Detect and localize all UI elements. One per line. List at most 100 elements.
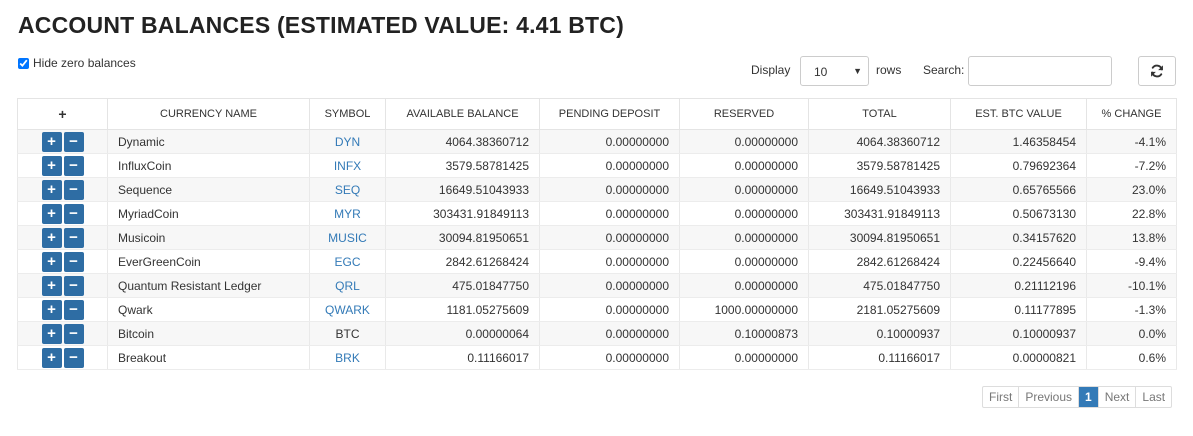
- total-cell: 475.01847750: [808, 273, 951, 298]
- total-cell: 303431.91849113: [808, 201, 951, 226]
- currency-name-cell: Bitcoin: [107, 321, 310, 346]
- column-header-percent-change[interactable]: % CHANGE: [1086, 98, 1177, 130]
- total-cell: 4064.38360712: [808, 129, 951, 154]
- symbol-link[interactable]: QWARK: [309, 297, 386, 322]
- reserved-cell: 0.00000000: [679, 153, 809, 178]
- est-btc-value-cell: 0.50673130: [950, 201, 1087, 226]
- currency-name-cell: Dynamic: [107, 129, 310, 154]
- pending-deposit-cell: 0.00000000: [539, 273, 680, 298]
- pagination-page-1[interactable]: 1: [1079, 387, 1099, 407]
- est-btc-value-cell: 0.11177895: [950, 297, 1087, 322]
- withdraw-minus-button[interactable]: −: [63, 179, 84, 200]
- pending-deposit-cell: 0.00000000: [539, 201, 680, 226]
- row-actions: + −: [17, 153, 108, 178]
- pagination-previous[interactable]: Previous: [1019, 387, 1080, 407]
- pending-deposit-cell: 0.00000000: [539, 345, 680, 370]
- withdraw-minus-button[interactable]: −: [63, 251, 84, 272]
- rows-label: rows: [876, 63, 902, 77]
- withdraw-minus-button[interactable]: −: [63, 203, 84, 224]
- pagination-next[interactable]: Next: [1099, 387, 1137, 407]
- symbol-link[interactable]: BRK: [309, 345, 386, 370]
- column-header-currency-name[interactable]: CURRENCY NAME: [107, 98, 310, 130]
- deposit-plus-button[interactable]: +: [41, 299, 62, 320]
- deposit-plus-button[interactable]: +: [41, 251, 62, 272]
- available-balance-cell: 2842.61268424: [385, 249, 540, 274]
- row-actions: + −: [17, 249, 108, 274]
- available-balance-cell: 1181.05275609: [385, 297, 540, 322]
- reserved-cell: 0.00000000: [679, 129, 809, 154]
- rows-per-page-select[interactable]: 10 ▼: [800, 56, 869, 86]
- pagination: First Previous 1 Next Last: [982, 386, 1173, 408]
- row-actions: + −: [17, 225, 108, 250]
- refresh-button[interactable]: [1138, 56, 1176, 86]
- deposit-plus-button[interactable]: +: [41, 323, 62, 344]
- currency-name-cell: Breakout: [107, 345, 310, 370]
- est-btc-value-cell: 1.46358454: [950, 129, 1087, 154]
- withdraw-minus-button[interactable]: −: [63, 155, 84, 176]
- currency-name-cell: Quantum Resistant Ledger: [107, 273, 310, 298]
- deposit-plus-button[interactable]: +: [41, 155, 62, 176]
- currency-name-cell: Qwark: [107, 297, 310, 322]
- caret-down-icon: ▼: [853, 66, 862, 76]
- symbol-link[interactable]: QRL: [309, 273, 386, 298]
- deposit-plus-button[interactable]: +: [41, 203, 62, 224]
- column-header-actions[interactable]: +: [17, 98, 108, 130]
- row-actions: + −: [17, 129, 108, 154]
- column-header-pending-deposit[interactable]: PENDING DEPOSIT: [539, 98, 680, 130]
- total-cell: 0.11166017: [808, 345, 951, 370]
- available-balance-cell: 16649.51043933: [385, 177, 540, 202]
- percent-change-cell: 0.0%: [1086, 321, 1177, 346]
- deposit-plus-button[interactable]: +: [41, 179, 62, 200]
- column-header-reserved[interactable]: RESERVED: [679, 98, 809, 130]
- total-cell: 16649.51043933: [808, 177, 951, 202]
- deposit-plus-button[interactable]: +: [41, 275, 62, 296]
- deposit-plus-button[interactable]: +: [41, 227, 62, 248]
- symbol-link[interactable]: MYR: [309, 201, 386, 226]
- symbol-link[interactable]: DYN: [309, 129, 386, 154]
- column-header-available-balance[interactable]: AVAILABLE BALANCE: [385, 98, 540, 130]
- table-header-row: + CURRENCY NAME SYMBOL AVAILABLE BALANCE…: [17, 98, 1177, 130]
- deposit-plus-button[interactable]: +: [41, 347, 62, 368]
- currency-name-cell: Sequence: [107, 177, 310, 202]
- reserved-cell: 0.00000000: [679, 345, 809, 370]
- column-header-est-btc-value[interactable]: EST. BTC VALUE: [950, 98, 1087, 130]
- withdraw-minus-button[interactable]: −: [63, 227, 84, 248]
- search-input[interactable]: [968, 56, 1112, 86]
- reserved-cell: 0.10000873: [679, 321, 809, 346]
- table-row: + − MyriadCoin MYR 303431.91849113 0.00000000…: [17, 201, 1177, 226]
- row-actions: + −: [17, 273, 108, 298]
- symbol-link[interactable]: SEQ: [309, 177, 386, 202]
- est-btc-value-cell: 0.79692364: [950, 153, 1087, 178]
- column-header-total[interactable]: TOTAL: [808, 98, 951, 130]
- symbol-link[interactable]: EGC: [309, 249, 386, 274]
- symbol-link[interactable]: MUSIC: [309, 225, 386, 250]
- symbol-link[interactable]: INFX: [309, 153, 386, 178]
- row-actions: + −: [17, 297, 108, 322]
- column-header-symbol[interactable]: SYMBOL: [309, 98, 386, 130]
- percent-change-cell: -1.3%: [1086, 297, 1177, 322]
- reserved-cell: 0.00000000: [679, 273, 809, 298]
- percent-change-cell: 23.0%: [1086, 177, 1177, 202]
- search-label: Search:: [923, 63, 965, 77]
- est-btc-value-cell: 0.34157620: [950, 225, 1087, 250]
- total-cell: 0.10000937: [808, 321, 951, 346]
- withdraw-minus-button[interactable]: −: [63, 275, 84, 296]
- deposit-plus-button[interactable]: +: [41, 131, 62, 152]
- reserved-cell: 0.00000000: [679, 201, 809, 226]
- total-cell: 3579.58781425: [808, 153, 951, 178]
- pending-deposit-cell: 0.00000000: [539, 153, 680, 178]
- display-label: Display: [751, 63, 791, 77]
- currency-name-cell: EverGreenCoin: [107, 249, 310, 274]
- withdraw-minus-button[interactable]: −: [63, 323, 84, 344]
- available-balance-cell: 0.11166017: [385, 345, 540, 370]
- percent-change-cell: 13.8%: [1086, 225, 1177, 250]
- table-controls: Display 10 ▼ rows Search:: [0, 56, 1193, 86]
- available-balance-cell: 4064.38360712: [385, 129, 540, 154]
- pagination-last[interactable]: Last: [1136, 387, 1171, 407]
- reserved-cell: 1000.00000000: [679, 297, 809, 322]
- withdraw-minus-button[interactable]: −: [63, 299, 84, 320]
- withdraw-minus-button[interactable]: −: [63, 347, 84, 368]
- pagination-first[interactable]: First: [983, 387, 1020, 407]
- page-title: ACCOUNT BALANCES (ESTIMATED VALUE: 4.41 …: [18, 12, 624, 38]
- withdraw-minus-button[interactable]: −: [63, 131, 84, 152]
